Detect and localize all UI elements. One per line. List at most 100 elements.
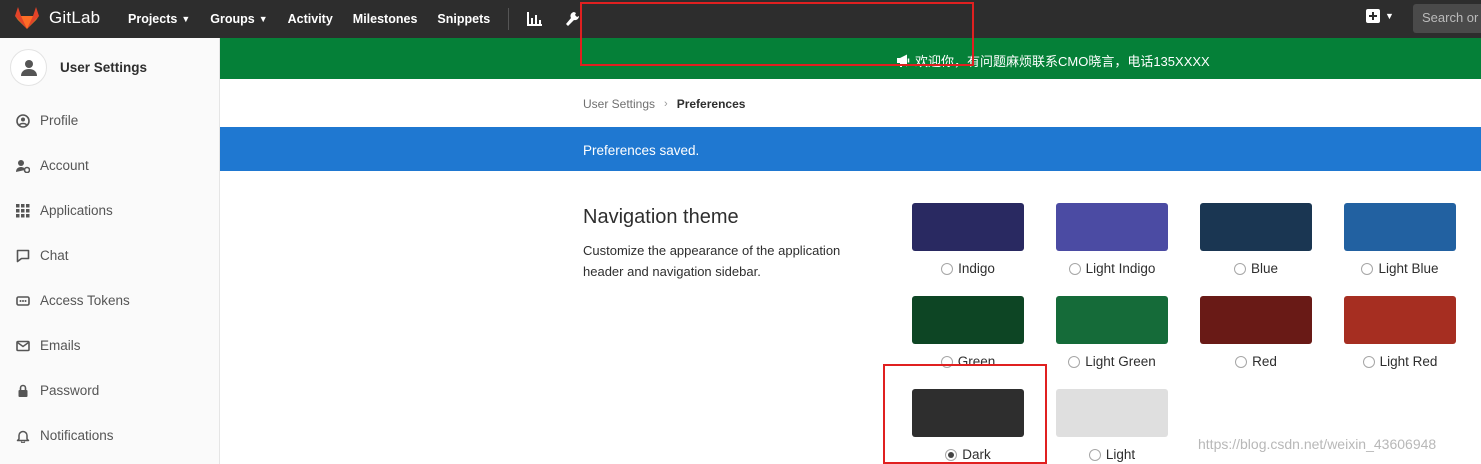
theme-swatch[interactable] xyxy=(1056,203,1168,251)
sidebar-header[interactable]: User Settings xyxy=(10,49,147,86)
wrench-icon[interactable] xyxy=(565,11,580,27)
sidebar-item-account[interactable]: Account xyxy=(16,158,89,173)
breadcrumb-preferences[interactable]: Preferences xyxy=(677,97,746,111)
sidebar-item-profile[interactable]: Profile xyxy=(16,113,78,128)
access-tokens-icon xyxy=(16,294,30,308)
email-icon xyxy=(16,339,30,353)
gitlab-logo[interactable]: GitLab xyxy=(14,6,100,30)
profile-icon xyxy=(16,113,30,128)
new-item-dropdown[interactable]: ▼ xyxy=(1366,9,1394,23)
theme-option-light-indigo[interactable]: Light Indigo xyxy=(1056,203,1168,276)
theme-label: Indigo xyxy=(912,261,1024,276)
theme-label: Light Green xyxy=(1056,354,1168,369)
theme-label: Green xyxy=(912,354,1024,369)
applications-icon xyxy=(16,203,30,218)
sidebar-item-access-tokens[interactable]: Access Tokens xyxy=(16,293,130,308)
nav-projects[interactable]: Projects ▼ xyxy=(128,12,190,26)
top-navbar: GitLab Projects ▼ Groups ▼ Activity Milest… xyxy=(0,0,1481,38)
theme-radio[interactable] xyxy=(1068,262,1081,275)
theme-radio[interactable] xyxy=(940,355,953,368)
breadcrumb: User Settings › Preferences xyxy=(583,97,745,111)
theme-swatch[interactable] xyxy=(1200,203,1312,251)
theme-option-blue[interactable]: Blue xyxy=(1200,203,1312,276)
chart-icon[interactable] xyxy=(527,12,543,26)
theme-option-light-red[interactable]: Light Red xyxy=(1344,296,1456,369)
theme-swatch[interactable] xyxy=(1056,296,1168,344)
theme-name: Blue xyxy=(1250,261,1279,276)
watermark: https://blog.csdn.net/weixin_43606948 xyxy=(1198,436,1437,452)
nav-groups[interactable]: Groups ▼ xyxy=(210,12,267,26)
account-icon xyxy=(16,159,30,173)
theme-label: Light Blue xyxy=(1344,261,1456,276)
nav-snippets-label: Snippets xyxy=(437,12,491,26)
theme-option-light-blue[interactable]: Light Blue xyxy=(1344,203,1456,276)
theme-label: Blue xyxy=(1200,261,1312,276)
section-title: Navigation theme xyxy=(583,206,739,228)
theme-radio[interactable] xyxy=(945,448,958,461)
nav-milestones-label: Milestones xyxy=(352,12,418,26)
theme-option-green[interactable]: Green xyxy=(912,296,1024,369)
nav-projects-label: Projects xyxy=(128,12,178,26)
sidebar-item-password[interactable]: Password xyxy=(16,383,99,398)
nav-milestones[interactable]: Milestones xyxy=(353,12,418,26)
theme-radio[interactable] xyxy=(1235,355,1248,368)
theme-name: Dark xyxy=(962,447,991,462)
sidebar-item-label: Access Tokens xyxy=(40,293,130,308)
theme-radio[interactable] xyxy=(941,262,954,275)
theme-swatch[interactable] xyxy=(1344,296,1456,344)
sidebar-item-chat[interactable]: Chat xyxy=(16,248,69,263)
theme-label: Dark xyxy=(912,447,1024,462)
theme-radio[interactable] xyxy=(1088,448,1101,461)
theme-name: Light Green xyxy=(1085,354,1156,369)
theme-radio[interactable] xyxy=(1362,355,1375,368)
nav-snippets[interactable]: Snippets xyxy=(437,12,490,26)
theme-option-red[interactable]: Red xyxy=(1200,296,1312,369)
theme-option-light[interactable]: Light xyxy=(1056,389,1168,462)
bell-icon xyxy=(16,429,30,443)
nav-divider xyxy=(508,8,510,30)
logo-text: GitLab xyxy=(49,8,101,27)
sidebar-item-applications[interactable]: Applications xyxy=(16,203,113,218)
theme-option-light-green[interactable]: Light Green xyxy=(1056,296,1168,369)
bullhorn-icon xyxy=(897,54,910,67)
nav-activity[interactable]: Activity xyxy=(288,12,333,26)
theme-radio[interactable] xyxy=(1233,262,1246,275)
nav-activity-label: Activity xyxy=(287,12,333,26)
theme-option-dark[interactable]: Dark xyxy=(912,389,1024,462)
theme-name: Red xyxy=(1252,354,1277,369)
broadcast-message: 欢迎你，有问题麻烦联系CMO晓言，电话135XXXX xyxy=(896,51,1210,70)
theme-name: Light xyxy=(1105,447,1136,462)
theme-name: Indigo xyxy=(958,261,995,276)
broadcast-banner: 欢迎你，有问题麻烦联系CMO晓言，电话135XXXX xyxy=(220,38,1481,79)
chevron-down-icon: ▼ xyxy=(181,14,191,24)
user-icon xyxy=(20,59,37,76)
sidebar-title: User Settings xyxy=(60,60,148,75)
theme-swatch[interactable] xyxy=(1056,389,1168,437)
chat-icon xyxy=(16,249,30,263)
theme-radio[interactable] xyxy=(1068,355,1081,368)
breadcrumb-user-settings[interactable]: User Settings xyxy=(583,97,655,111)
sidebar-item-notifications[interactable]: Notifications xyxy=(16,428,114,443)
chevron-down-icon: ▼ xyxy=(1385,11,1394,21)
chevron-right-icon: › xyxy=(664,98,668,110)
sidebar-item-label: Emails xyxy=(40,338,81,353)
lock-icon xyxy=(16,384,30,398)
broadcast-text: 欢迎你，有问题麻烦联系CMO晓言，电话135XXXX xyxy=(915,54,1210,69)
nav-groups-label: Groups xyxy=(210,12,255,26)
flash-text: Preferences saved. xyxy=(583,143,700,158)
theme-option-indigo[interactable]: Indigo xyxy=(912,203,1024,276)
theme-swatch[interactable] xyxy=(912,203,1024,251)
gitlab-tanuki-icon xyxy=(15,7,39,29)
sidebar-item-label: Applications xyxy=(40,203,113,218)
theme-swatch[interactable] xyxy=(1344,203,1456,251)
sidebar-item-emails[interactable]: Emails xyxy=(16,338,81,353)
theme-label: Light Indigo xyxy=(1056,261,1168,276)
sidebar-item-label: Account xyxy=(40,158,89,173)
search-input[interactable]: Search or jump to... xyxy=(1413,4,1481,33)
theme-radio[interactable] xyxy=(1361,262,1374,275)
theme-swatch[interactable] xyxy=(1200,296,1312,344)
theme-swatch[interactable] xyxy=(912,389,1024,437)
theme-label: Light xyxy=(1056,447,1168,462)
theme-swatch[interactable] xyxy=(912,296,1024,344)
flash-notice: Preferences saved. xyxy=(220,127,1481,171)
